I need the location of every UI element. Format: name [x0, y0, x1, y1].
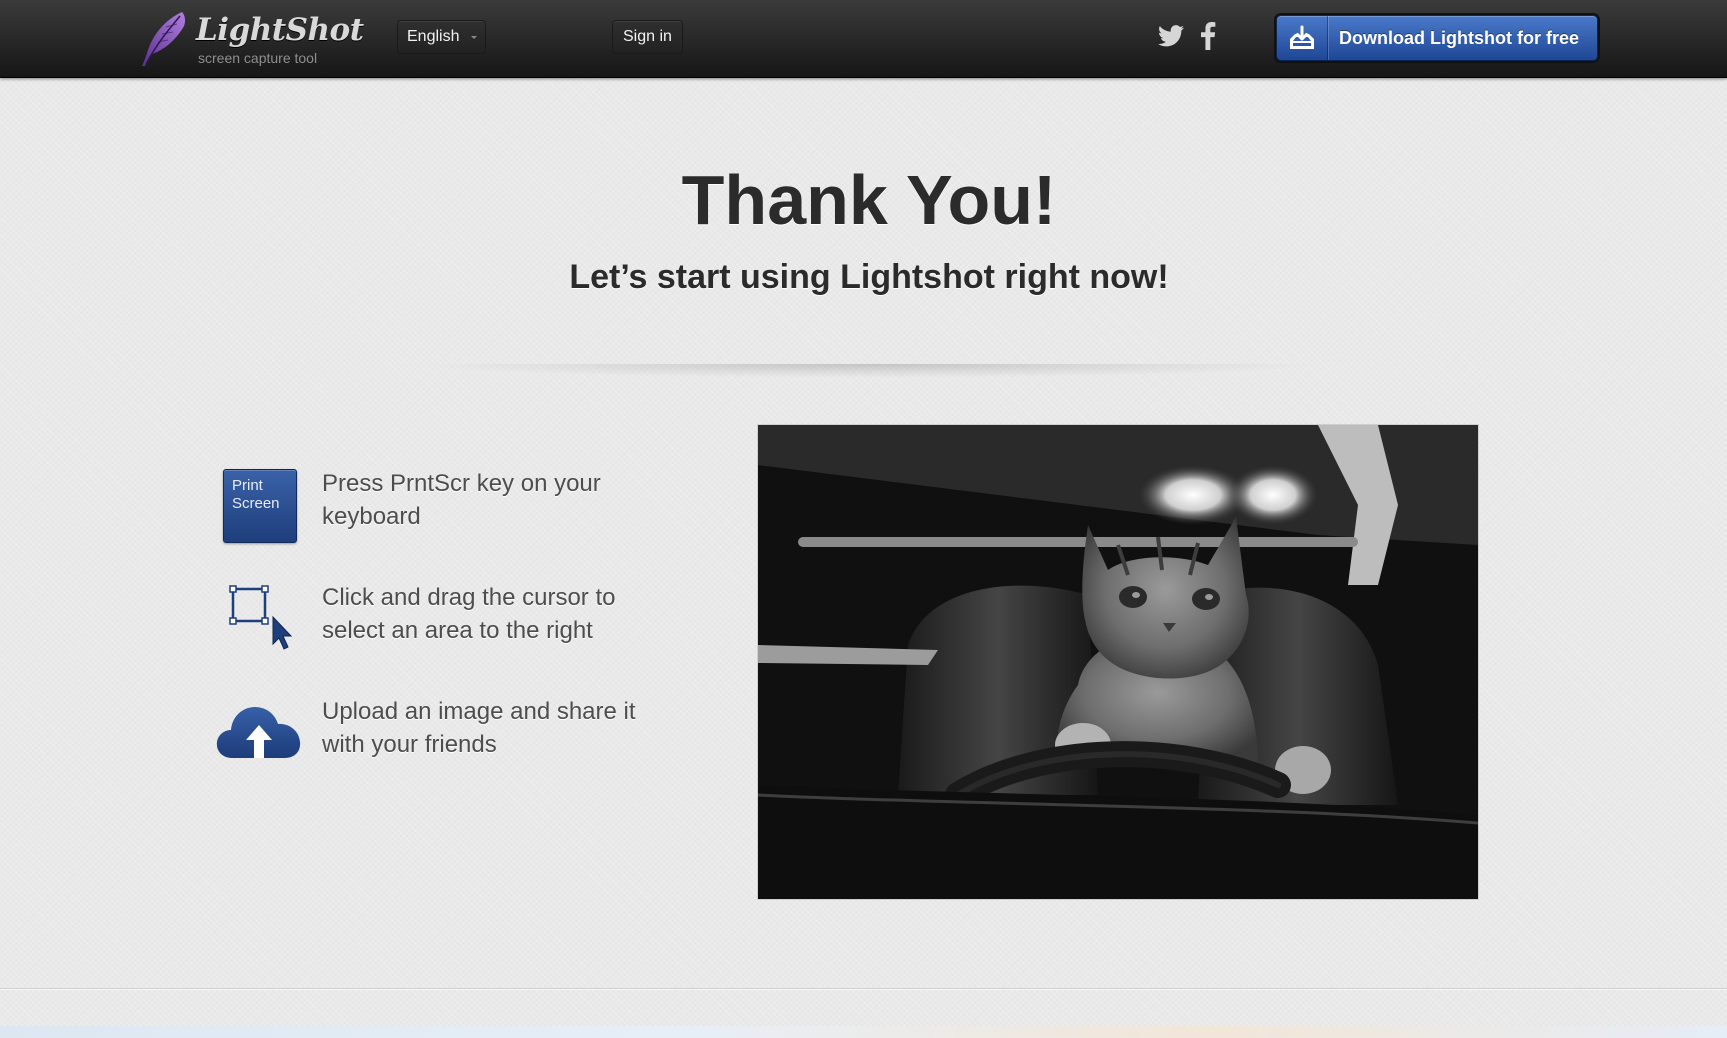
- download-icon-box: [1277, 16, 1328, 60]
- footer-divider: [0, 988, 1727, 990]
- facebook-icon[interactable]: [1200, 22, 1216, 50]
- page-title: Thank You!: [681, 161, 1057, 239]
- step-text: Press PrntScr key on your keyboard: [322, 470, 601, 530]
- feather-icon: [142, 12, 186, 66]
- cat-driving-car-photo: [758, 425, 1478, 899]
- step-select-area: Click and drag the cursor to select an a…: [215, 581, 665, 671]
- step-print-screen: Print Screen Press PrntScr key on your k…: [215, 467, 665, 557]
- section-divider: [410, 364, 1325, 378]
- logo-tagline: screen capture tool: [198, 50, 318, 66]
- logo-title: LightShot: [196, 12, 364, 48]
- select-area-cursor-icon: [229, 585, 293, 650]
- cloud-upload-icon: [216, 707, 301, 758]
- lightshot-logo[interactable]: LightShot screen capture tool: [138, 10, 364, 70]
- page-subtitle: Let’s start using Lightshot right now!: [569, 258, 1169, 296]
- download-lightshot-button[interactable]: Download Lightshot for free: [1276, 15, 1598, 61]
- sample-screenshot-image: [757, 424, 1479, 900]
- key-label: Print Screen: [232, 477, 280, 512]
- step-upload-share: Upload an image and share it with your f…: [215, 695, 665, 785]
- download-button-label: Download Lightshot for free: [1339, 28, 1579, 48]
- language-dropdown[interactable]: English: [397, 20, 487, 54]
- twitter-icon[interactable]: [1158, 24, 1184, 48]
- top-navigation-bar: LightShot screen capture tool English Si…: [0, 0, 1727, 78]
- step-text: Upload an image and share it with your f…: [322, 698, 636, 758]
- tray-download-icon: [1290, 25, 1314, 49]
- language-selected-label: English: [407, 28, 460, 45]
- print-screen-key-icon: Print Screen: [223, 469, 297, 543]
- sign-in-button[interactable]: Sign in: [612, 20, 683, 54]
- step-text: Click and drag the cursor to select an a…: [322, 584, 616, 644]
- chevron-down-icon: [471, 36, 478, 39]
- os-taskbar-strip: [0, 1026, 1727, 1038]
